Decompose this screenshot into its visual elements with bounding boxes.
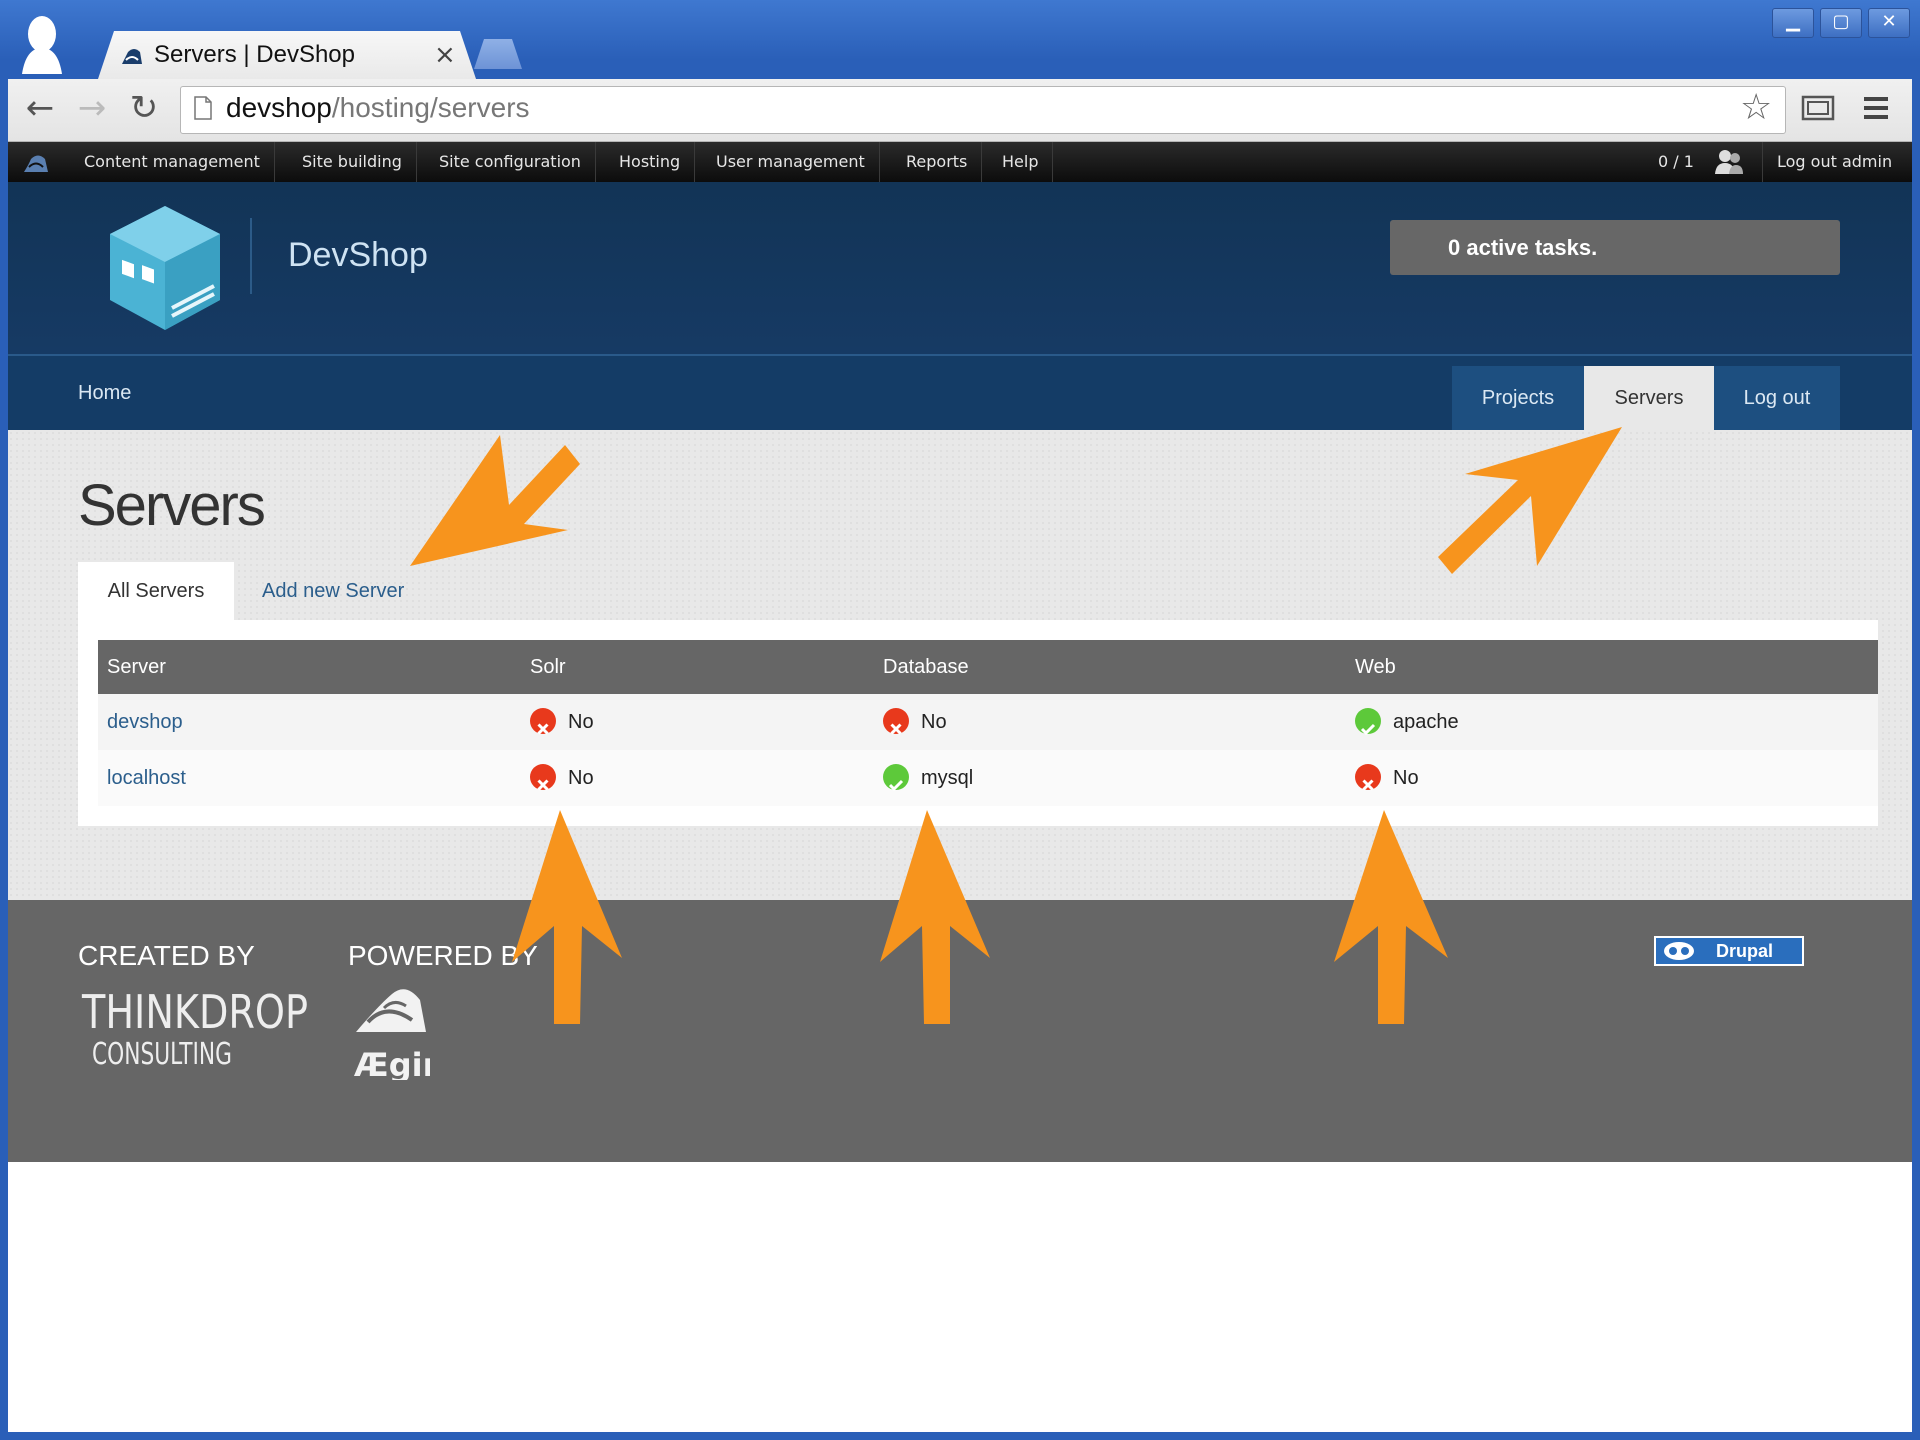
server-link-devshop[interactable]: devshop (107, 694, 183, 750)
table-header (98, 640, 1878, 694)
nav-tab-servers[interactable]: Servers (1584, 366, 1714, 430)
logo-separator (250, 218, 252, 294)
menu-icon[interactable] (1862, 94, 1890, 122)
active-tasks-badge[interactable]: 0 active tasks. (1390, 220, 1840, 275)
url-text: devshop/hosting/servers (226, 92, 530, 124)
users-icon (1715, 150, 1743, 174)
tab-add-new-server[interactable]: Add new Server (262, 562, 404, 620)
devshop-cube-logo[interactable] (106, 204, 224, 332)
aegir-logo[interactable]: Ægir (350, 980, 430, 1080)
created-by-label: CREATED BY (78, 940, 255, 971)
consulting-text: CONSULTING (92, 1037, 232, 1070)
status-cell: No (530, 694, 594, 750)
admin-menu-hosting[interactable]: Hosting (605, 142, 696, 182)
admin-logout-link[interactable]: Log out admin (1762, 142, 1906, 182)
page-blank-area (8, 1162, 1912, 1432)
column-header-solr[interactable]: Solr (530, 640, 566, 694)
aegir-text: Ægir (354, 1046, 430, 1080)
admin-menu-reports[interactable]: Reports (892, 142, 983, 182)
check-circle-icon (883, 763, 909, 791)
site-name[interactable]: DevShop (288, 236, 428, 275)
reload-icon[interactable]: ↻ (124, 88, 164, 128)
table-row (98, 750, 1878, 806)
nav-tab-projects[interactable]: Projects (1452, 366, 1584, 430)
thinkdrop-logo[interactable]: THINKDROP CONSULTING (80, 980, 310, 1070)
aegir-favicon-icon (122, 49, 142, 64)
status-text: mysql (921, 767, 974, 789)
status-text: No (568, 767, 594, 789)
profile-avatar-icon[interactable] (18, 14, 66, 74)
drupal-label: Drupal (1716, 941, 1774, 961)
server-link-localhost[interactable]: localhost (107, 750, 186, 806)
bookmark-star-icon[interactable]: ☆ (1740, 88, 1772, 128)
status-text: No (568, 711, 594, 733)
fullscreen-icon[interactable] (1800, 92, 1836, 124)
admin-menu-help[interactable]: Help (988, 142, 1054, 182)
drupal-drop-icon (1664, 942, 1694, 960)
page-title: Servers (78, 473, 266, 538)
drupal-badge[interactable]: Drupal (1654, 936, 1804, 966)
tab-close-icon[interactable]: × (434, 40, 456, 70)
admin-home-icon[interactable] (22, 150, 50, 174)
page-icon (194, 96, 212, 120)
status-cell: No (530, 750, 594, 806)
admin-menu-site-configuration[interactable]: Site configuration (425, 142, 596, 182)
minimize-icon[interactable]: ▁ (1772, 8, 1814, 38)
admin-menu-user-management[interactable]: User management (702, 142, 880, 182)
status-cell: No (1355, 750, 1419, 806)
maximize-icon[interactable]: ▢ (1820, 8, 1862, 38)
url-host: devshop (226, 92, 332, 123)
status-cell: No (883, 694, 947, 750)
status-text: No (1393, 767, 1419, 789)
tab-all-servers[interactable]: All Servers (78, 562, 234, 620)
status-cell: apache (1355, 694, 1459, 750)
table-row (98, 694, 1878, 750)
nav-tab-logout[interactable]: Log out (1714, 366, 1840, 430)
users-count: 0 / 1 (1658, 152, 1694, 171)
x-circle-icon (530, 763, 556, 791)
status-cell: mysql (883, 750, 973, 806)
browser-tab-title: Servers | DevShop (154, 41, 355, 68)
close-icon[interactable]: ✕ (1868, 8, 1910, 38)
x-circle-icon (883, 707, 909, 735)
admin-menu-site-building[interactable]: Site building (288, 142, 417, 182)
url-path: /hosting/servers (331, 92, 530, 123)
column-header-web[interactable]: Web (1355, 640, 1396, 694)
column-header-server[interactable]: Server (107, 640, 166, 694)
thinkdrop-text: THINKDROP (81, 985, 308, 1039)
forward-icon[interactable]: → (72, 88, 112, 128)
admin-menu-content-management[interactable]: Content management (70, 142, 275, 182)
x-circle-icon (530, 707, 556, 735)
x-circle-icon (1355, 763, 1381, 791)
check-circle-icon (1355, 707, 1381, 735)
status-text: No (921, 711, 947, 733)
powered-by-label: POWERED BY (348, 940, 538, 971)
status-text: apache (1393, 711, 1459, 733)
column-header-database[interactable]: Database (883, 640, 969, 694)
back-icon[interactable]: ← (20, 88, 60, 128)
nav-home-link[interactable]: Home (78, 382, 131, 405)
